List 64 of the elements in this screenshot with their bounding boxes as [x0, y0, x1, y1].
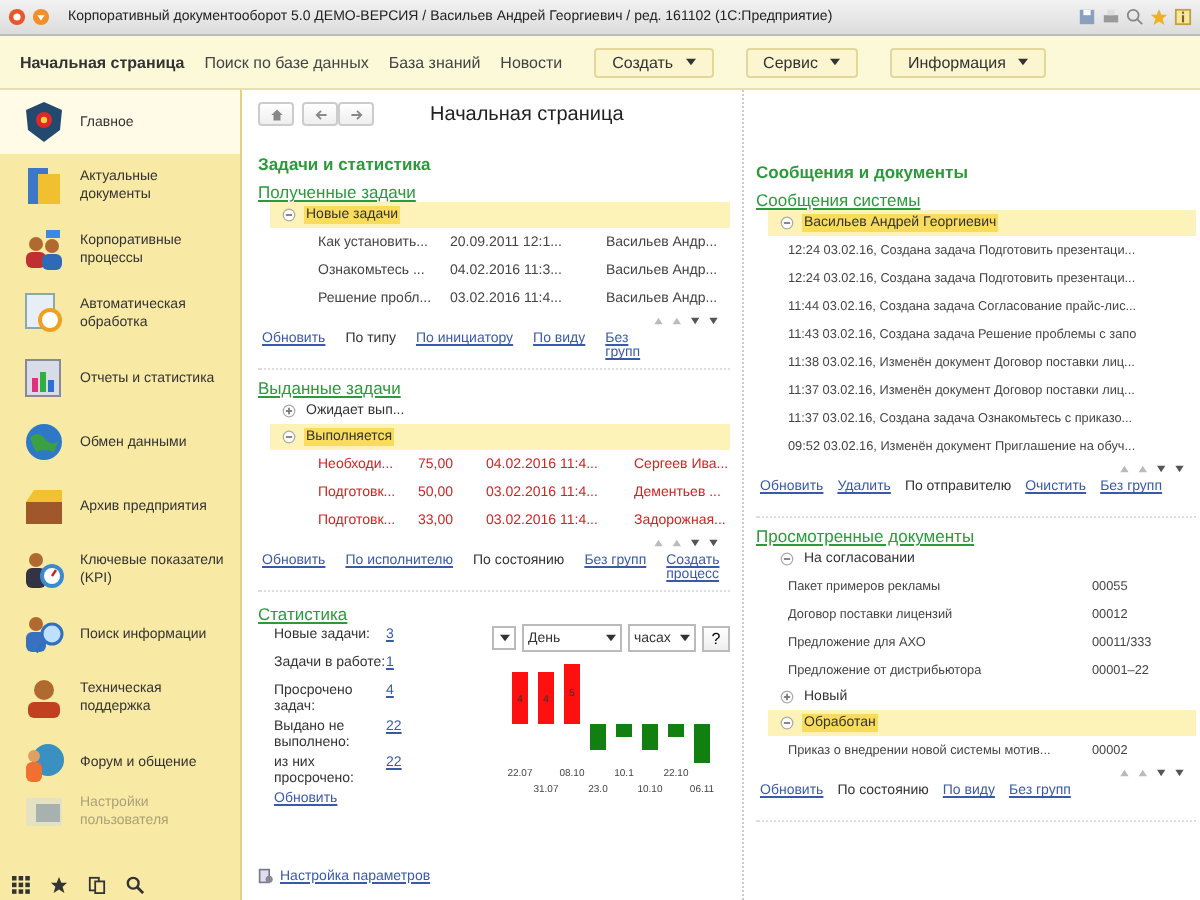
menu-item[interactable]: Начальная страница: [20, 53, 185, 71]
chart-bar: [538, 672, 554, 724]
menu-dropdown[interactable]: Создать: [594, 47, 714, 77]
settings-icon: [258, 868, 274, 884]
copy-icon[interactable]: [88, 875, 106, 893]
info-icon[interactable]: [1174, 8, 1192, 26]
chart-bar: [590, 724, 606, 750]
chart-bar: [616, 724, 632, 737]
section-link[interactable]: Просмотренные документы: [756, 526, 975, 546]
expand-icon[interactable]: [780, 716, 794, 730]
section-link[interactable]: Выданные задачи: [258, 378, 401, 398]
caret-icon: [499, 634, 509, 642]
caret-icon: [606, 634, 616, 642]
forward-button[interactable]: [338, 102, 374, 126]
group-icon: [20, 738, 68, 786]
logo-icon[interactable]: [8, 8, 26, 26]
expand-icon[interactable]: [780, 552, 794, 566]
chart-type-dropdown[interactable]: [492, 626, 516, 650]
menu-dropdown[interactable]: Сервис: [745, 47, 858, 77]
expand-icon[interactable]: [282, 430, 296, 444]
grid-icon[interactable]: [12, 875, 30, 893]
chart-bar: [564, 664, 580, 724]
caret-icon: [680, 634, 690, 642]
section-link[interactable]: Сообщения системы: [756, 190, 921, 210]
print-icon[interactable]: [1102, 8, 1120, 26]
scroll-arrows-icon[interactable]: [1116, 463, 1188, 473]
chart-bar: [668, 724, 684, 737]
home-icon: [269, 107, 283, 121]
people-icon: [20, 226, 68, 274]
expand-icon[interactable]: [780, 690, 794, 704]
home-button[interactable]: [258, 102, 294, 126]
section-link[interactable]: Статистика: [258, 604, 348, 624]
page-title: Начальная страница: [430, 103, 624, 125]
menu-item[interactable]: База знаний: [388, 53, 481, 71]
help-button[interactable]: ?: [702, 625, 730, 651]
arrow-right-icon: [349, 107, 363, 121]
chart-bar: [642, 724, 658, 750]
expand-icon[interactable]: [282, 208, 296, 222]
shield-icon: [20, 98, 68, 146]
globe-icon: [20, 418, 68, 466]
arrow-left-icon: [313, 107, 327, 121]
save-icon[interactable]: [1078, 8, 1096, 26]
search-icon[interactable]: [126, 875, 144, 893]
panel-heading: Задачи и статистика: [258, 154, 433, 174]
menu-item[interactable]: Новости: [500, 53, 563, 71]
star-icon[interactable]: [50, 875, 68, 893]
chart-bar: [512, 672, 528, 724]
back-button[interactable]: [302, 102, 338, 126]
caret-icon: [685, 58, 696, 66]
menu-item[interactable]: Поиск по базе данных: [204, 53, 369, 71]
caret-icon: [829, 58, 840, 66]
clock-icon: [20, 290, 68, 338]
section-link[interactable]: Полученные задачи: [258, 182, 416, 202]
caret-icon: [1017, 58, 1028, 66]
dropdown-icon[interactable]: [32, 8, 50, 26]
scroll-arrows-icon[interactable]: [650, 315, 722, 325]
expand-icon[interactable]: [282, 404, 296, 418]
scroll-arrows-icon[interactable]: [650, 537, 722, 547]
chart-bar: [694, 724, 710, 763]
menu-dropdown[interactable]: Информация: [889, 47, 1046, 77]
star-icon[interactable]: [1150, 8, 1168, 26]
expand-icon[interactable]: [780, 216, 794, 230]
panel-heading: Сообщения и документы: [756, 162, 970, 182]
scroll-arrows-icon[interactable]: [1116, 767, 1188, 777]
